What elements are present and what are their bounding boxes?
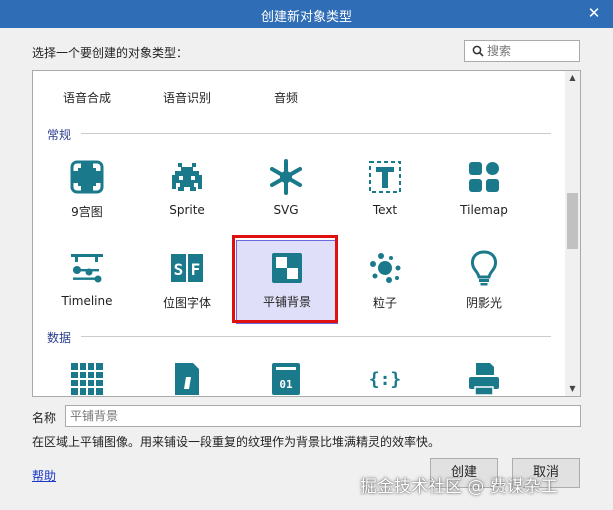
item-label: 阴影光 — [465, 296, 502, 310]
item-label: Sprite — [169, 203, 205, 217]
item-array[interactable] — [37, 359, 137, 396]
shadow-light-icon — [471, 250, 497, 286]
array-grid-icon — [71, 363, 103, 395]
printer-icon — [469, 363, 499, 396]
svg-asterisk-icon — [270, 159, 302, 195]
scroll-down-icon[interactable]: ▼ — [565, 382, 580, 396]
particles-icon — [370, 253, 401, 283]
tilemap-icon — [469, 162, 499, 192]
text-icon — [369, 161, 401, 193]
object-type-list[interactable]: 语音合成 语音识别 音频 常规 9宫图 Sprite SVG Text Tile… — [32, 70, 581, 397]
item-label: 语音识别 — [162, 91, 211, 105]
item-svg[interactable]: SVG — [236, 157, 336, 247]
json-braces-icon: {:} — [369, 369, 402, 390]
watermark: 掘金技术社区 @ 费谋杂工 — [360, 477, 558, 497]
csv-file-icon — [175, 363, 199, 395]
title-bar: 创建新对象类型 ✕ — [0, 0, 613, 28]
scrollbar-thumb[interactable] — [567, 193, 578, 249]
list-scrollbar[interactable]: ▲ ▼ — [565, 71, 580, 396]
section-label-general: 常规 — [47, 128, 72, 142]
item-label: 语音合成 — [62, 91, 111, 105]
nine-patch-icon — [70, 160, 104, 194]
item-bitmap-font[interactable]: S F 位图字体 — [137, 248, 237, 338]
item-label: Timeline — [61, 294, 113, 308]
list-viewport: 语音合成 语音识别 音频 常规 9宫图 Sprite SVG Text Tile… — [33, 71, 565, 396]
section-label-data: 数据 — [47, 331, 72, 345]
section-divider — [81, 133, 551, 134]
type-description: 在区域上平铺图像。用来铺设一段重复的纹理作为背景比堆满精灵的效率快。 — [32, 435, 441, 449]
name-input[interactable] — [66, 406, 580, 426]
item-label: Text — [372, 203, 398, 217]
item-label: 音频 — [273, 91, 298, 105]
item-label: 粒子 — [372, 296, 397, 310]
item-json[interactable]: {:} — [335, 359, 435, 396]
search-icon — [472, 45, 484, 57]
name-label: 名称 — [32, 411, 57, 425]
binary-data-icon: 01 — [272, 363, 300, 395]
item-timeline[interactable]: Timeline — [37, 248, 137, 338]
item-label: 位图字体 — [162, 296, 211, 310]
section-divider — [81, 336, 551, 337]
close-icon[interactable]: ✕ — [585, 4, 603, 22]
timeline-icon — [71, 254, 103, 283]
name-field[interactable] — [65, 405, 581, 427]
item-sprite[interactable]: Sprite — [137, 157, 237, 247]
item-text[interactable]: Text — [335, 157, 435, 247]
selection-highlight — [232, 235, 338, 323]
prompt-text: 选择一个要创建的对象类型： — [32, 46, 189, 60]
item-binary-data[interactable]: 01 — [236, 359, 336, 396]
dialog-title: 创建新对象类型 — [260, 10, 352, 25]
item-nine-patch[interactable]: 9宫图 — [37, 157, 137, 247]
search-box[interactable] — [464, 40, 580, 62]
bitmap-font-icon: S F — [171, 254, 203, 282]
svg-text:F: F — [191, 260, 201, 279]
item-csv[interactable] — [137, 359, 237, 396]
scroll-up-icon[interactable]: ▲ — [565, 71, 580, 85]
item-tilemap[interactable]: Tilemap — [434, 157, 534, 247]
sprite-invader-icon — [172, 163, 202, 191]
search-input[interactable] — [487, 43, 575, 59]
help-link[interactable]: 帮助 — [32, 467, 56, 484]
item-label: SVG — [273, 203, 299, 217]
item-label: 9宫图 — [71, 205, 103, 219]
item-shadow-light[interactable]: 阴影光 — [434, 248, 534, 338]
item-label: Tilemap — [460, 203, 508, 217]
svg-text:{:}: {:} — [369, 369, 402, 390]
svg-text:01: 01 — [279, 378, 293, 391]
item-printer[interactable] — [434, 359, 534, 396]
item-particles[interactable]: 粒子 — [335, 248, 435, 338]
svg-text:S: S — [174, 260, 184, 279]
